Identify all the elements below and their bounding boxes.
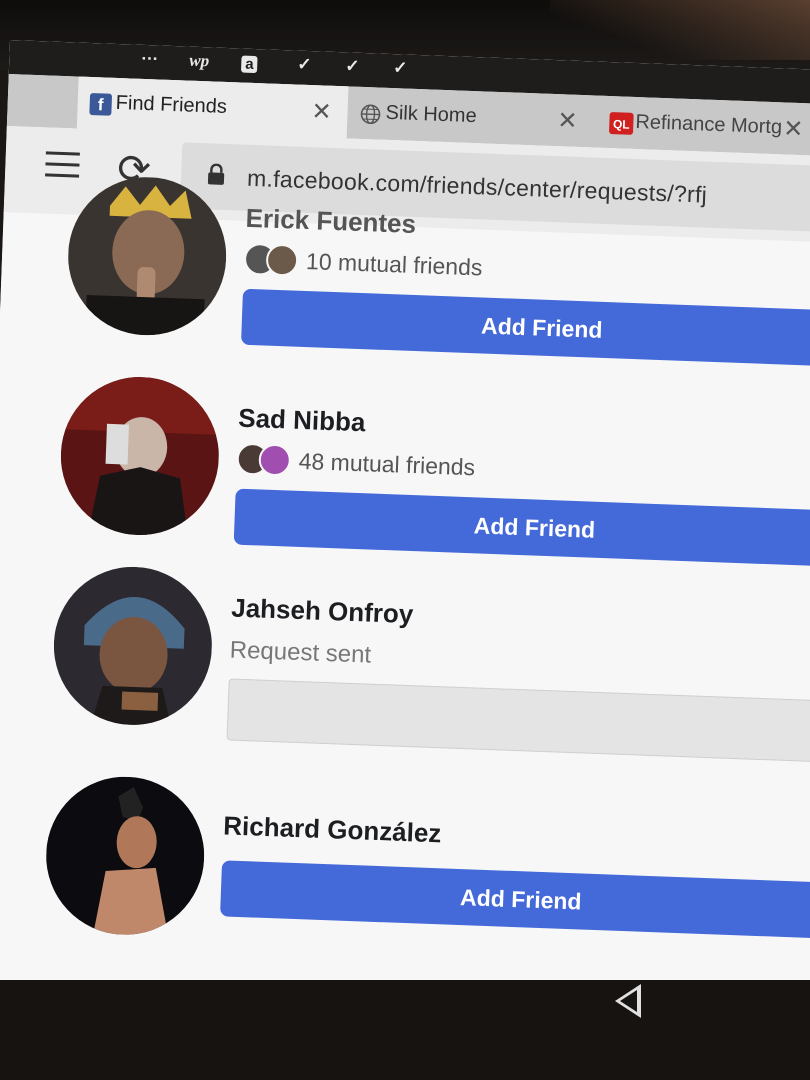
overflow-icon: ···: [141, 48, 159, 69]
bezel-reflection: [550, 0, 810, 60]
washington-post-icon: wp: [189, 50, 210, 71]
add-friend-button[interactable]: Add Friend: [220, 860, 810, 939]
mutual-friends: 10 mutual friends: [243, 242, 483, 284]
list-item: Jahseh Onfroy Request sent: [0, 562, 810, 763]
list-item: Sad Nibba 48 mutual friends Add Friend: [0, 372, 810, 567]
person-name[interactable]: Jahseh Onfroy: [231, 593, 414, 631]
person-name[interactable]: Sad Nibba: [238, 403, 366, 439]
add-friend-button[interactable]: Add Friend: [240, 288, 810, 367]
close-icon[interactable]: ✕: [783, 114, 804, 144]
tab-silk-home[interactable]: Silk Home ✕: [347, 86, 599, 147]
lock-icon: [207, 163, 226, 192]
avatar[interactable]: [51, 564, 215, 728]
back-navigation-icon[interactable]: [615, 984, 641, 1018]
check-icon: ✓: [296, 54, 312, 75]
check-icon: ✓: [344, 56, 360, 76]
url-text: m.facebook.com/friends/center/requests/?…: [246, 164, 708, 208]
tab-label: Silk Home: [385, 101, 478, 128]
person-name[interactable]: Erick Fuentes: [245, 203, 417, 240]
check-icon: ✓: [392, 58, 408, 78]
tablet-screen: ··· wp a ✓ ✓ ✓ f Find Friends ✕ Silk Hom…: [0, 40, 810, 1031]
quicken-loans-icon: QL: [608, 112, 634, 135]
globe-icon: [359, 103, 382, 126]
avatar[interactable]: [43, 773, 208, 938]
close-icon[interactable]: ✕: [557, 106, 578, 136]
mutual-avatar: [258, 443, 292, 477]
close-icon[interactable]: ✕: [311, 97, 332, 127]
cancel-request-button[interactable]: [226, 678, 810, 763]
tab-label: Find Friends: [115, 91, 228, 118]
tab-label: Refinance Mortg: [635, 110, 783, 139]
friend-requests-list: Erick Fuentes 10 mutual friends Add Frie…: [0, 174, 810, 1031]
avatar[interactable]: [58, 374, 222, 538]
add-friend-button[interactable]: Add Friend: [233, 488, 810, 567]
menu-icon[interactable]: [45, 151, 80, 185]
list-item: Richard González Add Friend: [0, 772, 810, 939]
amazon-icon: a: [240, 55, 258, 74]
person-name[interactable]: Richard González: [223, 810, 442, 849]
device-bezel-bottom: [0, 980, 810, 1080]
mutual-avatar: [265, 243, 299, 277]
facebook-icon: f: [89, 92, 113, 116]
request-sent-label: Request sent: [229, 636, 372, 669]
mutual-friends: 48 mutual friends: [236, 442, 476, 484]
